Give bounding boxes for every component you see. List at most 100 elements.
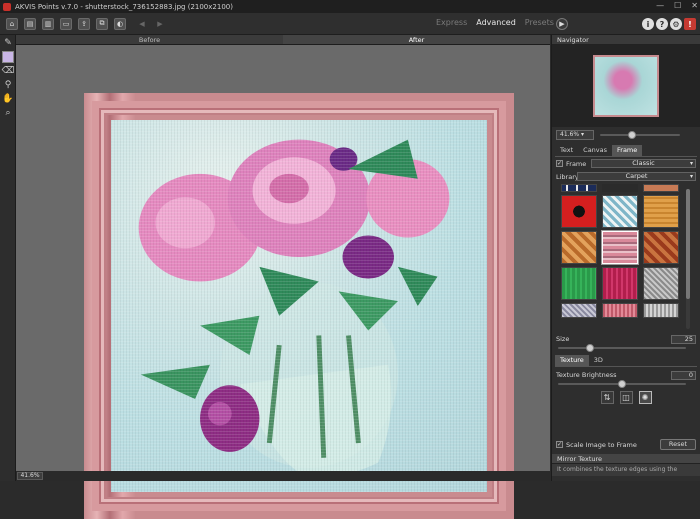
tab-text[interactable]: Text [555,145,578,156]
frame-library-grid-area [552,183,700,333]
reset-button[interactable]: Reset [660,439,696,450]
alert-icon[interactable]: ! [684,18,696,30]
window-title: AKVIS Points v.7.0 - shutterstock_736152… [15,2,233,11]
tab-canvas[interactable]: Canvas [578,145,612,156]
help-icon[interactable]: ? [656,18,668,30]
window-controls: — ☐ ✕ [656,1,698,10]
library-select[interactable]: Carpet [577,172,696,181]
size-row: Size 25 [552,333,700,345]
size-slider[interactable] [558,344,686,352]
mode-switcher: Express Advanced Presets [436,18,554,27]
title-bar: AKVIS Points v.7.0 - shutterstock_736152… [0,0,700,13]
frame-style-select[interactable]: Classic [591,159,696,168]
zoom-value: 41.6% [560,131,580,138]
tab-after[interactable]: After [283,35,550,44]
eraser-icon[interactable]: ⌫ [2,65,15,77]
size-input[interactable]: 25 [671,334,696,344]
frame-swatch[interactable] [561,231,597,264]
hand-icon[interactable]: ✋ [2,93,14,105]
tab-texture[interactable]: Texture [555,355,589,366]
navigator-thumbnail[interactable] [593,55,659,117]
open-file-icon[interactable]: ▤ [24,17,36,30]
before-after-tabs: Before After [16,35,550,45]
batch-icon[interactable]: ⧉ [96,17,108,30]
navigator-preview[interactable] [552,45,700,127]
frame-swatch[interactable] [561,195,597,228]
zoom-slider[interactable] [600,131,680,139]
frame-swatch[interactable] [602,195,638,228]
frame-border [92,101,506,511]
mode-presets[interactable]: Presets [525,18,554,27]
framed-image [84,93,514,519]
frame-swatch[interactable] [602,267,638,300]
frame-swatch[interactable] [561,184,597,192]
zoom-icon[interactable]: ⌕ [2,107,14,119]
help-title: Mirror Texture [552,454,700,464]
texture-brightness-slider[interactable] [558,380,686,388]
frame-swatch[interactable] [643,231,679,264]
texture-brightness-label: Texture Brightness [556,371,617,379]
zoom-select[interactable]: 41.6% ▾ [556,130,594,140]
texture-brightness-knob[interactable] [618,380,626,388]
tab-3d[interactable]: 3D [589,355,608,366]
maximize-button[interactable]: ☐ [674,1,681,10]
frame-swatch[interactable] [643,195,679,228]
tab-frame[interactable]: Frame [612,145,643,156]
mode-express[interactable]: Express [436,18,467,27]
frame-swatch[interactable] [643,303,679,318]
painting-image [111,120,487,492]
save-file-icon[interactable]: ▥ [42,17,54,30]
texture-tabs: Texture 3D [552,355,700,366]
frame-swatch[interactable] [602,303,638,318]
brush-icon[interactable]: ✎ [2,37,14,49]
settings-tabs: Text Canvas Frame [552,145,700,156]
info-icon[interactable]: i [642,18,654,30]
help-text: It combines the texture edges using the [557,466,678,473]
redo-icon[interactable]: ▶ [154,18,166,30]
tab-before[interactable]: Before [16,35,283,44]
settings-panel: Navigator 41.6% ▾ Text Canvas Frame ✓ Fr… [551,35,700,481]
library-scrollbar-thumb[interactable] [686,189,690,299]
size-slider-wrap [552,344,700,353]
navigator-header: Navigator [552,35,700,45]
frame-row: ✓ Frame Classic [552,157,700,170]
settings-icon[interactable]: ⚙ [670,18,682,30]
frame-swatch[interactable] [643,267,679,300]
frame-checkbox[interactable]: ✓ [556,160,563,167]
flip-vertical-icon[interactable]: ⇅ [600,390,614,404]
light-source-icon[interactable]: ✺ [638,390,652,404]
size-slider-knob[interactable] [586,344,594,352]
home-icon[interactable]: ⌂ [6,17,18,30]
print-icon[interactable]: ▭ [60,17,72,30]
status-zoom[interactable]: 41.6% [17,472,43,480]
undo-icon[interactable]: ◀ [136,18,148,30]
mode-advanced[interactable]: Advanced [476,18,516,27]
scale-image-label: Scale Image to Frame [566,440,637,449]
share-icon[interactable]: ⇪ [78,17,90,30]
frame-swatch-empty [602,184,638,192]
scale-image-checkbox[interactable]: ✓ [556,441,563,448]
frame-swatch[interactable] [643,184,679,192]
stamp-icon[interactable]: ⚲ [2,79,14,91]
library-scrollbar[interactable] [686,189,690,329]
preferences-icon[interactable]: ◐ [114,17,126,30]
frame-swatch[interactable] [561,267,597,300]
texture-brightness-input[interactable]: 0 [671,370,696,380]
frame-swatch[interactable] [561,303,597,318]
run-button[interactable]: ▶ [556,18,568,30]
close-button[interactable]: ✕ [691,1,698,10]
texture-brightness-row: Texture Brightness 0 [552,369,700,381]
tools-panel: ✎ ⌫ ⚲ ✋ ⌕ [0,35,16,481]
canvas-texture-overlay [111,120,487,492]
mirror-book-icon[interactable]: ◫ [619,390,633,404]
color-swatch[interactable] [2,51,14,63]
help-box: Mirror Texture It combines the texture e… [552,454,700,476]
texture-brightness-slider-wrap [552,380,700,388]
minimize-button[interactable]: — [656,1,664,10]
frame-swatch-selected[interactable] [601,230,639,265]
image-canvas[interactable] [16,45,550,519]
status-bar: 41.6% [16,471,550,481]
zoom-slider-knob[interactable] [628,131,636,139]
frame-library-grid [552,183,700,318]
